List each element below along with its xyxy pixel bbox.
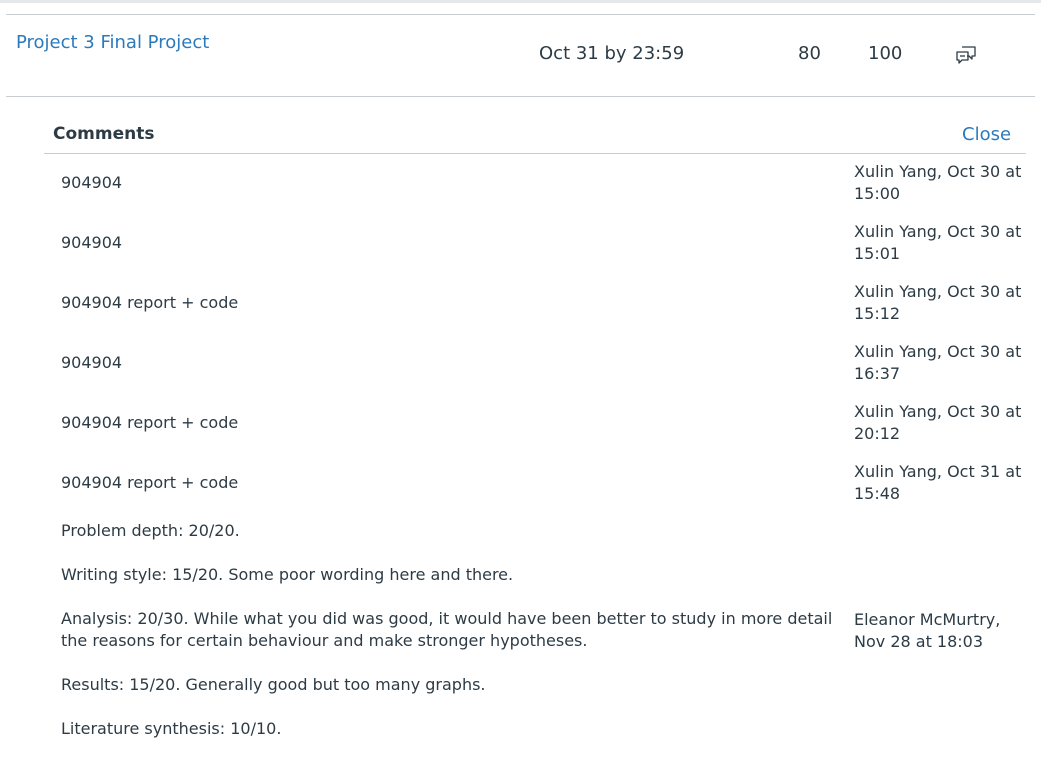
row-divider-top bbox=[6, 14, 1035, 15]
comment-text: 904904 bbox=[61, 233, 123, 252]
speech-bubbles-icon[interactable] bbox=[954, 44, 978, 66]
comment-text: 904904 report + code bbox=[61, 293, 239, 312]
score-value: 80 bbox=[798, 43, 821, 64]
comment-text: 904904 report + code bbox=[61, 413, 239, 432]
close-comments-link[interactable]: Close bbox=[962, 124, 1011, 145]
row-divider-bottom bbox=[6, 96, 1035, 97]
top-divider bbox=[0, 0, 1041, 3]
feedback-line: Problem depth: 20/20. bbox=[61, 521, 240, 540]
comment-text: 904904 bbox=[61, 353, 123, 372]
feedback-line: Analysis: 20/30. While what you did was … bbox=[61, 609, 833, 650]
feedback-line: Literature synthesis: 10/10. bbox=[61, 719, 282, 738]
comment-author-date: Xulin Yang, Oct 30 at 15:00 bbox=[854, 162, 1022, 203]
feedback-comment: Problem depth: 20/20. Writing style: 15/… bbox=[61, 520, 841, 740]
comment-text: 904904 report + code bbox=[61, 473, 239, 492]
assignment-title-link[interactable]: Project 3 Final Project bbox=[16, 32, 209, 53]
comment-author-date: Xulin Yang, Oct 30 at 15:12 bbox=[854, 282, 1022, 323]
feedback-author-date: Eleanor McMurtry, Nov 28 at 18:03 bbox=[854, 610, 1001, 651]
comments-heading: Comments bbox=[53, 124, 155, 144]
comments-divider bbox=[44, 153, 1026, 154]
comment-author-date: Xulin Yang, Oct 30 at 16:37 bbox=[854, 342, 1022, 383]
due-date: Oct 31 by 23:59 bbox=[539, 43, 685, 64]
comment-author-date: Xulin Yang, Oct 30 at 15:01 bbox=[854, 222, 1022, 263]
comment-author-date: Xulin Yang, Oct 31 at 15:48 bbox=[854, 462, 1022, 503]
points-possible: 100 bbox=[868, 43, 903, 64]
feedback-line: Writing style: 15/20. Some poor wording … bbox=[61, 565, 514, 584]
comment-text: 904904 bbox=[61, 173, 123, 192]
feedback-line: Results: 15/20. Generally good but too m… bbox=[61, 675, 486, 694]
comment-author-date: Xulin Yang, Oct 30 at 20:12 bbox=[854, 402, 1022, 443]
